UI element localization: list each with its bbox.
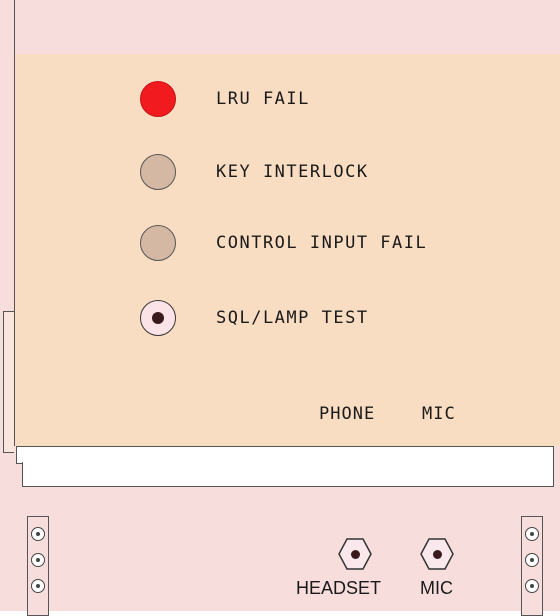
indicator-label: SQL/LAMP TEST bbox=[216, 308, 369, 328]
indicator-key-interlock: KEY INTERLOCK bbox=[140, 152, 369, 192]
mic-jack[interactable] bbox=[420, 538, 454, 570]
headset-jack[interactable] bbox=[338, 538, 372, 570]
headset-label: HEADSET bbox=[296, 578, 382, 598]
jack-hole-icon bbox=[350, 549, 360, 559]
indicator-lru-fail: LRU FAIL bbox=[140, 79, 310, 119]
front-face bbox=[0, 488, 560, 611]
indicator-control-input-fail: CONTROL INPUT FAIL bbox=[140, 223, 427, 263]
mic-jack-label: MIC bbox=[422, 404, 456, 424]
indicator-label: KEY INTERLOCK bbox=[216, 162, 369, 182]
key-interlock-lamp-icon bbox=[140, 154, 176, 190]
indicator-sql-lamp-test[interactable]: SQL/LAMP TEST bbox=[140, 298, 369, 338]
phone-jack-label: PHONE bbox=[319, 404, 376, 424]
indicator-label: LRU FAIL bbox=[216, 89, 310, 109]
button-dot-icon bbox=[152, 312, 164, 324]
radio-control-unit: LRU FAIL KEY INTERLOCK CONTROL INPUT FAI… bbox=[0, 0, 560, 616]
jack-hole-icon bbox=[432, 549, 442, 559]
indicator-label: CONTROL INPUT FAIL bbox=[216, 233, 428, 253]
sql-lamp-test-button[interactable] bbox=[140, 300, 176, 336]
top-bezel bbox=[14, 0, 560, 55]
screw-icon bbox=[31, 527, 45, 541]
screw-icon bbox=[31, 553, 45, 567]
mic-label: MIC bbox=[420, 578, 453, 598]
screw-icon bbox=[31, 579, 45, 593]
screw-icon bbox=[525, 527, 539, 541]
left-connector bbox=[27, 516, 49, 616]
screw-icon bbox=[525, 553, 539, 567]
screw-icon bbox=[525, 579, 539, 593]
panel-lower-bar bbox=[22, 462, 554, 487]
side-bracket bbox=[3, 311, 14, 453]
lru-fail-lamp-icon bbox=[140, 81, 176, 117]
right-connector bbox=[521, 516, 543, 616]
control-input-fail-lamp-icon bbox=[140, 225, 176, 261]
